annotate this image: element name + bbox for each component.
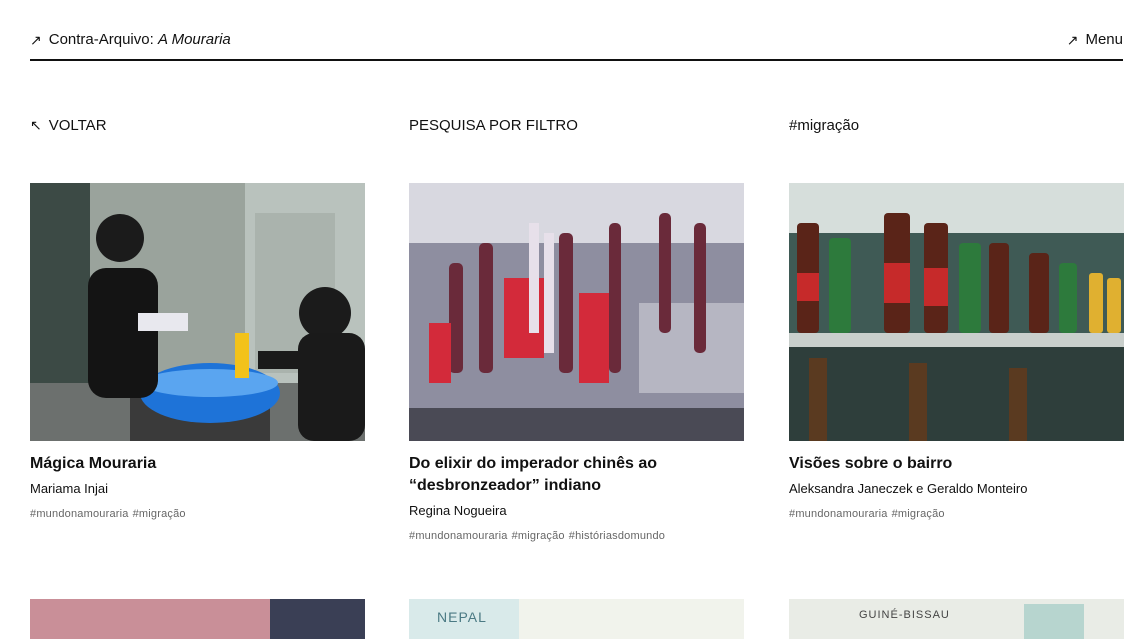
filter-search-link[interactable]: PESQUISA POR FILTRO xyxy=(409,117,578,134)
site-title-link[interactable]: ↗ Contra-Arquivo: A Mouraria xyxy=(30,31,231,48)
article-card-image[interactable]: GUINÉ-BISSAU xyxy=(789,599,1124,639)
card-author: Regina Nogueira xyxy=(409,503,507,518)
site-header: ↗ Contra-Arquivo: A Mouraria ↗ Menu xyxy=(30,28,1123,61)
tag-link[interactable]: #mundonamouraria xyxy=(30,508,129,520)
arrow-up-right-icon: ↗ xyxy=(1066,31,1079,48)
tag-link[interactable]: #migração xyxy=(892,508,945,520)
tag-link[interactable]: #mundonamouraria xyxy=(409,530,508,542)
tag-link[interactable]: #migração xyxy=(133,508,186,520)
arrow-up-right-icon: ↗ xyxy=(30,31,42,48)
image-caption: GUINÉ-BISSAU xyxy=(859,609,950,621)
guinea-bissau-map-photo xyxy=(1024,604,1084,639)
active-tag-label: #migração xyxy=(789,117,860,134)
tag-link[interactable]: #migração xyxy=(512,530,565,542)
site-title-name: A Mouraria xyxy=(157,31,231,48)
article-card-image[interactable] xyxy=(30,599,365,639)
back-link[interactable]: ↖ VOLTAR xyxy=(30,117,107,134)
card-title[interactable]: Visões sobre o bairro xyxy=(789,453,1124,475)
card-author: Mariama Injai xyxy=(30,481,109,496)
children-washing-photo xyxy=(30,183,365,441)
card-author: Aleksandra Janeczek e Geraldo Monteiro xyxy=(789,481,1028,496)
sauce-bottles-shelf-photo xyxy=(789,183,1124,441)
article-card[interactable]: Mágica Mouraria Mariama Injai #mundonamo… xyxy=(30,183,365,520)
hanging-goods-shop-photo xyxy=(409,183,744,441)
card-tags: #mundonamouraria #migração xyxy=(30,508,365,520)
tag-link[interactable]: #históriasdomundo xyxy=(569,530,665,542)
article-card[interactable]: Visões sobre o bairro Aleksandra Janecze… xyxy=(789,183,1124,520)
card-image[interactable] xyxy=(789,183,1124,441)
card-title[interactable]: Mágica Mouraria xyxy=(30,453,365,475)
card-image[interactable] xyxy=(30,183,365,441)
article-card-image[interactable]: NEPAL xyxy=(409,599,744,639)
pink-wall-photo xyxy=(270,599,365,639)
card-tags: #mundonamouraria #migração xyxy=(789,508,1124,520)
card-tags: #mundonamouraria #migração #históriasdomun… xyxy=(409,530,744,542)
menu-button[interactable]: ↗ Menu xyxy=(1067,31,1123,48)
card-image[interactable] xyxy=(409,183,744,441)
site-title-prefix: Contra-Arquivo: xyxy=(48,31,158,48)
back-label: VOLTAR xyxy=(48,117,107,134)
card-title[interactable]: Do elixir do imperador chinês ao “desbro… xyxy=(409,453,744,497)
article-card[interactable]: Do elixir do imperador chinês ao “desbro… xyxy=(409,183,744,542)
menu-label: Menu xyxy=(1085,31,1123,48)
site-title: Contra-Arquivo: A Mouraria xyxy=(49,31,231,48)
arrow-up-left-icon: ↖ xyxy=(30,117,42,133)
image-caption: NEPAL xyxy=(437,609,487,625)
tag-link[interactable]: #mundonamouraria xyxy=(789,508,888,520)
